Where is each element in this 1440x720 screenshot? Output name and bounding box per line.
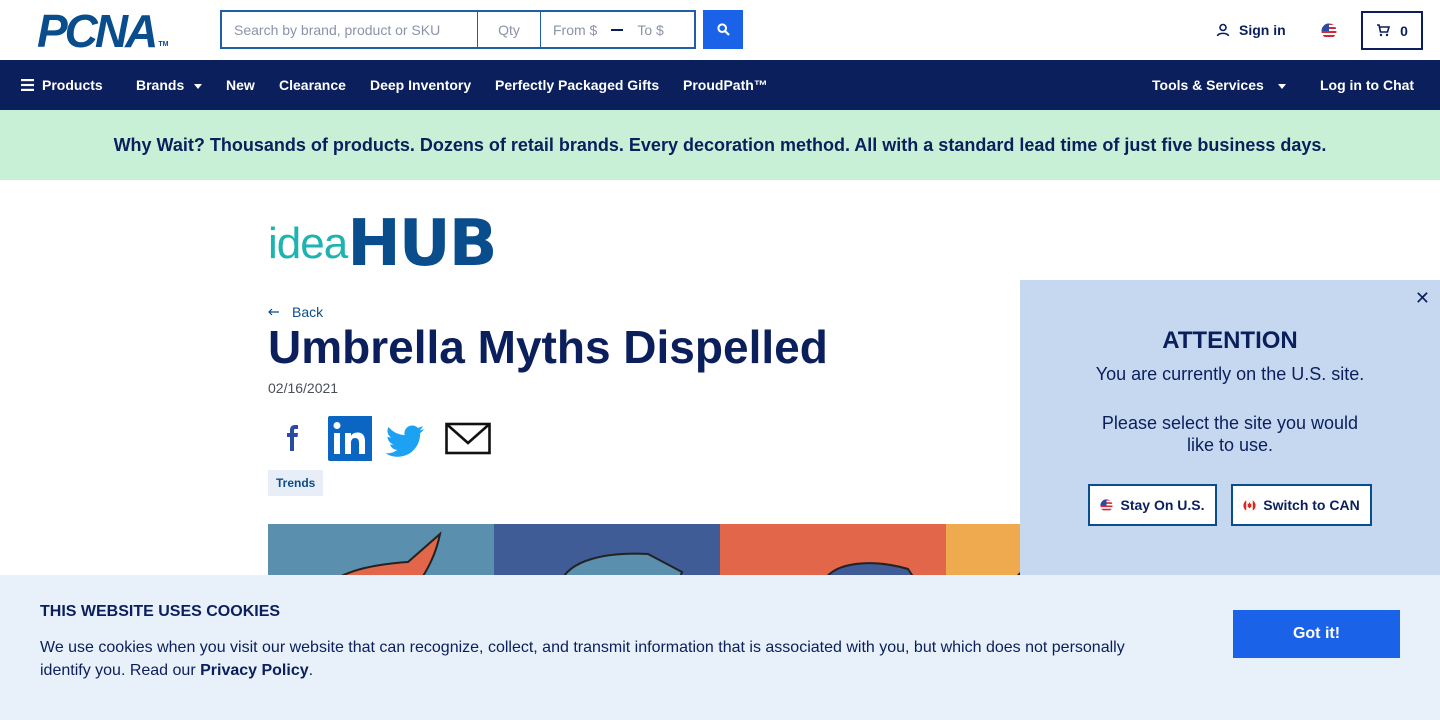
switch-to-can-label: Switch to CAN bbox=[1263, 497, 1360, 513]
nav-tools-services[interactable]: Tools & Services bbox=[1152, 60, 1286, 110]
search-input[interactable]: Search by brand, product or SKU bbox=[222, 12, 478, 47]
pcna-logo[interactable]: PCNA TM bbox=[37, 5, 169, 57]
nav-proudpath-label: ProudPath™ bbox=[683, 77, 768, 93]
chevron-down-icon bbox=[1277, 83, 1286, 89]
sign-in-link[interactable]: Sign in bbox=[1216, 22, 1286, 38]
user-icon bbox=[1216, 23, 1230, 37]
nav-tools-label: Tools & Services bbox=[1152, 77, 1264, 93]
us-flag-icon[interactable] bbox=[1321, 23, 1337, 39]
nav-clearance-label: Clearance bbox=[279, 77, 346, 93]
nav-deep-inventory-label: Deep Inventory bbox=[370, 77, 472, 93]
search-icon bbox=[716, 23, 730, 36]
article-date: 02/16/2021 bbox=[268, 380, 339, 396]
close-icon[interactable]: ✕ bbox=[1415, 288, 1430, 309]
got-it-button[interactable]: Got it! bbox=[1233, 610, 1400, 658]
popup-message-select-site: Please select the site you would like to… bbox=[1101, 413, 1359, 455]
sign-in-label: Sign in bbox=[1239, 22, 1286, 38]
ideahub-logo-hub: HUB bbox=[347, 207, 497, 281]
nav-products-label: Products bbox=[42, 77, 103, 93]
logo-text: PCNA bbox=[37, 5, 158, 57]
search-bar: Search by brand, product or SKU Qty From… bbox=[220, 10, 696, 49]
article-title: Umbrella Myths Dispelled bbox=[268, 321, 828, 373]
search-button[interactable] bbox=[703, 10, 743, 49]
share-links bbox=[268, 415, 492, 461]
main-nav: Products Brands New Clearance Deep Inven… bbox=[0, 60, 1440, 110]
nav-deep-inventory[interactable]: Deep Inventory bbox=[370, 60, 471, 110]
ideahub-logo: idea HUB bbox=[268, 207, 498, 281]
logo-trademark: TM bbox=[158, 41, 169, 48]
cart-button[interactable]: 0 bbox=[1361, 11, 1423, 50]
back-link[interactable]: Back bbox=[268, 304, 323, 320]
promo-banner: Why Wait? Thousands of products. Dozens … bbox=[0, 110, 1440, 180]
cookie-text: We use cookies when you visit our websit… bbox=[40, 636, 1150, 682]
site-selection-popup: ✕ ATTENTION You are currently on the U.S… bbox=[1020, 280, 1440, 575]
stay-on-us-button[interactable]: Stay On U.S. bbox=[1088, 484, 1217, 526]
linkedin-icon[interactable] bbox=[318, 415, 372, 461]
price-from-input[interactable]: From $ bbox=[553, 22, 597, 38]
arrow-left-icon bbox=[268, 308, 279, 316]
cookie-suffix: . bbox=[308, 662, 314, 679]
tag-trends[interactable]: Trends bbox=[268, 470, 324, 496]
price-to-input[interactable]: To $ bbox=[637, 22, 663, 38]
stay-on-us-label: Stay On U.S. bbox=[1120, 497, 1205, 513]
ideahub-logo-idea: idea bbox=[268, 219, 348, 268]
menu-icon bbox=[21, 79, 34, 91]
nav-brands[interactable]: Brands bbox=[136, 60, 203, 110]
nav-new-label: New bbox=[226, 77, 255, 93]
promo-text: Why Wait? Thousands of products. Dozens … bbox=[113, 134, 1327, 155]
email-icon[interactable] bbox=[432, 415, 492, 461]
nav-packaged-gifts[interactable]: Perfectly Packaged Gifts bbox=[495, 60, 659, 110]
us-flag-icon bbox=[1100, 498, 1114, 512]
price-range: From $ To $ bbox=[541, 12, 694, 47]
privacy-policy-link[interactable]: Privacy Policy bbox=[200, 662, 309, 679]
facebook-icon[interactable] bbox=[268, 415, 318, 461]
price-dash bbox=[611, 28, 624, 31]
twitter-icon[interactable] bbox=[372, 415, 432, 461]
nav-products[interactable]: Products bbox=[21, 60, 103, 110]
nav-proudpath[interactable]: ProudPath™ bbox=[683, 60, 768, 110]
nav-new[interactable]: New bbox=[226, 60, 255, 110]
nav-packaged-gifts-label: Perfectly Packaged Gifts bbox=[495, 77, 660, 93]
cookie-title: THIS WEBSITE USES COOKIES bbox=[40, 603, 281, 620]
cart-icon bbox=[1377, 24, 1391, 37]
canada-flag-icon bbox=[1243, 498, 1256, 512]
nav-brands-label: Brands bbox=[136, 77, 185, 93]
popup-message-current-site: You are currently on the U.S. site. bbox=[1095, 364, 1365, 384]
nav-clearance[interactable]: Clearance bbox=[279, 60, 346, 110]
qty-input[interactable]: Qty bbox=[478, 12, 541, 47]
cookie-banner: THIS WEBSITE USES COOKIES We use cookies… bbox=[0, 575, 1440, 720]
top-header: PCNA TM Search by brand, product or SKU … bbox=[0, 0, 1440, 60]
chevron-down-icon bbox=[194, 83, 203, 89]
popup-title: ATTENTION bbox=[1162, 327, 1298, 354]
back-label: Back bbox=[292, 304, 324, 320]
chat-login-label: Log in to Chat bbox=[1320, 77, 1415, 93]
chat-login-link[interactable]: Log in to Chat bbox=[1320, 60, 1414, 110]
cart-count: 0 bbox=[1400, 22, 1408, 39]
switch-to-can-button[interactable]: Switch to CAN bbox=[1231, 484, 1372, 526]
